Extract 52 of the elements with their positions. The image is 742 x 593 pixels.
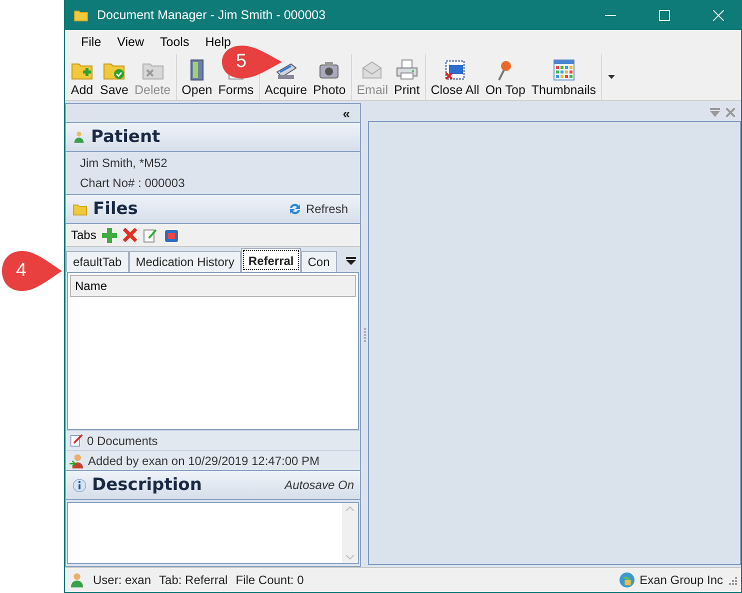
resize-grip-icon[interactable]: [727, 575, 737, 585]
menu-item[interactable]: View: [109, 35, 152, 49]
toolbar-button[interactable]: Thumbnails: [528, 54, 600, 100]
toolbar-button[interactable]: Photo: [310, 54, 349, 100]
added-by-text: Added by exan on 10/29/2019 12:47:00 PM: [88, 454, 320, 468]
info-icon: [72, 478, 87, 492]
toolbar-button[interactable]: Open: [178, 54, 216, 100]
window-title: Document Manager - Jim Smith - 000003: [97, 8, 327, 22]
collapse-button[interactable]: «: [338, 106, 354, 120]
status-tab-label: Tab: Referral: [159, 573, 228, 587]
patient-info: Jim Smith, *M52: [80, 156, 168, 170]
file-tab[interactable]: Medication History: [128, 251, 242, 272]
add-icon[interactable]: [102, 228, 118, 242]
globe-icon: [618, 571, 636, 589]
status-user: User: exan: [93, 573, 152, 587]
section-title: Description: [92, 475, 203, 495]
autosave-status: Autosave On: [284, 478, 354, 492]
company-name: Exan Group Inc: [640, 573, 723, 587]
file-tab[interactable]: Referral: [241, 248, 301, 272]
toolbar-button[interactable]: Add: [67, 54, 97, 100]
close-icon[interactable]: [726, 108, 735, 116]
printer-icon: [394, 58, 419, 82]
menu-item[interactable]: Tools: [152, 35, 198, 49]
refresh-button[interactable]: Refresh: [280, 200, 354, 218]
edit-icon[interactable]: [143, 228, 158, 242]
column-header[interactable]: Name: [70, 275, 356, 297]
user-icon: [69, 571, 85, 589]
maximize-icon[interactable]: [658, 10, 670, 20]
toolbar-button[interactable]: Print: [390, 54, 423, 100]
toolbar-button[interactable]: On Top: [482, 54, 528, 100]
grid-icon: [552, 58, 576, 82]
tab-list-icon[interactable]: [346, 257, 356, 265]
file-tab[interactable]: Con: [300, 251, 337, 272]
patient-info: Chart No# : 000003: [80, 176, 186, 190]
section-title: Patient: [91, 127, 162, 147]
toolbar-button[interactable]: Close All: [428, 54, 482, 100]
status-file-count: File Count: 0: [236, 573, 304, 587]
dropdown-arrow-icon[interactable]: [608, 75, 616, 79]
delete-icon[interactable]: [123, 228, 138, 242]
document-count: 0 Documents: [87, 434, 158, 448]
person-icon: [72, 129, 86, 145]
document-pen-icon: [69, 433, 84, 448]
window-close-icon: [443, 58, 467, 82]
tabs-label: Tabs: [71, 228, 96, 242]
menu-item[interactable]: File: [73, 35, 110, 49]
section-title: Files: [93, 199, 139, 219]
callout-tooltip: 4: [0, 249, 64, 293]
toolbar-button[interactable]: Save: [97, 54, 132, 100]
tab-settings-icon[interactable]: [164, 228, 180, 242]
pane-menu-icon[interactable]: [710, 108, 720, 116]
file-tab[interactable]: efaultTab: [66, 251, 129, 272]
user-icon: [69, 452, 85, 468]
